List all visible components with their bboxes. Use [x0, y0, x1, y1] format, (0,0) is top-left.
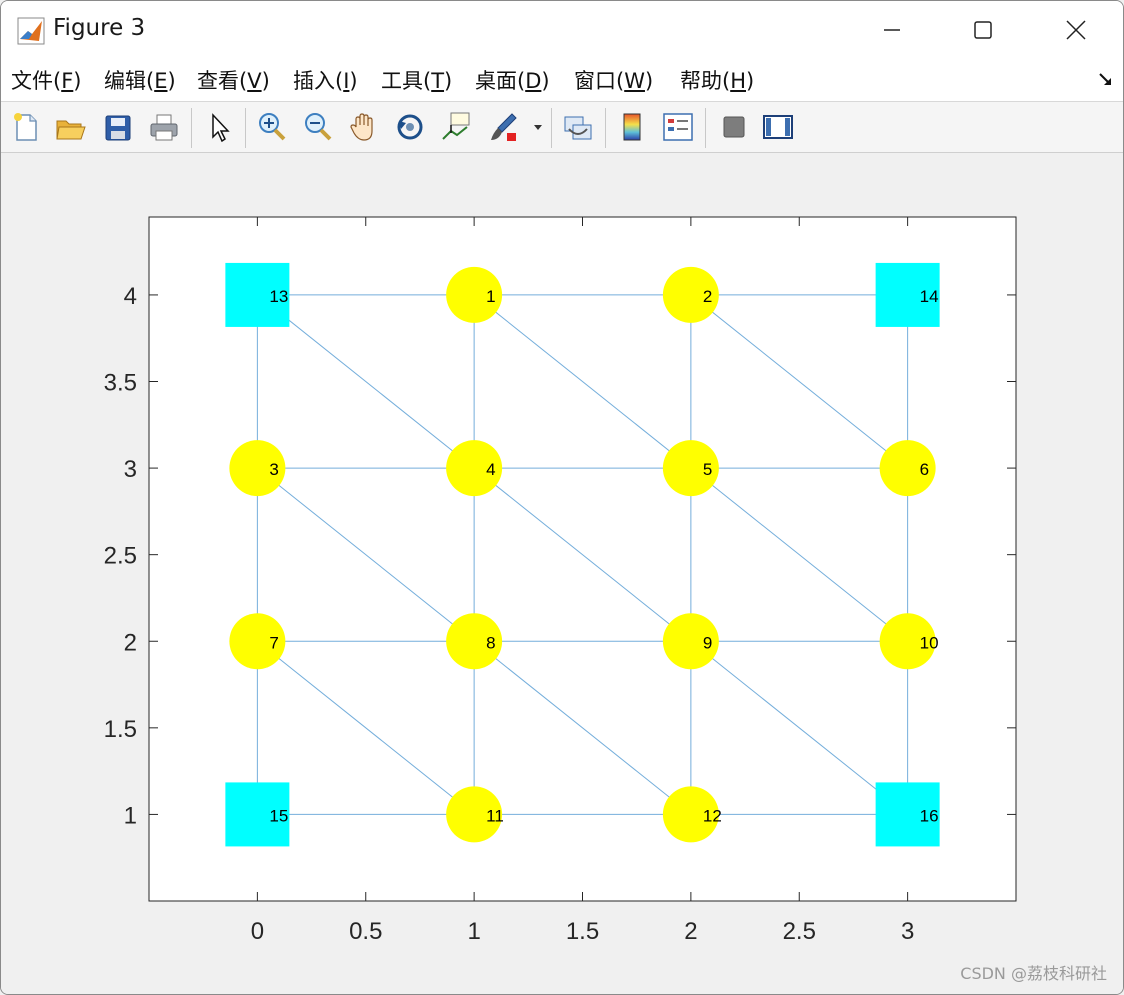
menu-view[interactable]: 查看(V) [197, 65, 270, 95]
graph-plot[interactable]: 0 0.5 1 1.5 2 2.5 311.522.533.54 1 23 4 5 67 8 9 1011 1… [1, 153, 1123, 994]
toolbar-separator [705, 108, 706, 148]
menu-bar: 文件(F) 编辑(E) 查看(V) 插入(I) 工具(T) 桌面(D) 窗口(W… [1, 59, 1123, 102]
figure-window: Figure 3 文件(F) 编辑(E) 查看(V) 插入(I) 工具(T) 桌… [0, 0, 1124, 995]
window-title: Figure 3 [53, 15, 146, 41]
toolbar-separator [605, 108, 606, 148]
close-button[interactable] [1029, 1, 1123, 59]
dock-arrow-icon[interactable] [1097, 71, 1115, 89]
minimize-button[interactable] [845, 1, 939, 59]
minimize-icon [884, 29, 900, 31]
print-icon[interactable] [147, 109, 181, 145]
title-bar[interactable]: Figure 3 [1, 1, 1123, 59]
figure-canvas[interactable]: 0 0.5 1 1.5 2 2.5 3 1 1.5 2 2.5 3 3.5 4 1 2 3 4 5 6 7 8 9 10 11 1… [1, 153, 1123, 994]
node-label: 12 [703, 806, 722, 825]
x-tick-label: 0.5 [349, 918, 382, 945]
show-plot-tools-icon[interactable] [761, 109, 795, 145]
new-figure-icon[interactable] [9, 109, 43, 145]
link-plot-icon[interactable] [561, 109, 595, 145]
menu-insert[interactable]: 插入(I) [293, 65, 358, 95]
menu-window[interactable]: 窗口(W) [574, 65, 653, 95]
figure-toolbar [1, 102, 1123, 153]
node-label: 6 [920, 460, 929, 479]
open-file-icon[interactable] [53, 109, 87, 145]
rotate-3d-icon[interactable] [393, 109, 427, 145]
menu-help[interactable]: 帮助(H) [680, 65, 754, 95]
node-label: 13 [269, 287, 288, 306]
toolbar-separator [551, 108, 552, 148]
menu-file[interactable]: 文件(F) [11, 65, 82, 95]
zoom-in-icon[interactable] [255, 109, 289, 145]
node-label: 9 [703, 633, 712, 652]
x-tick-label: 1.5 [566, 918, 599, 945]
node-label: 5 [703, 460, 712, 479]
menu-tools[interactable]: 工具(T) [381, 65, 452, 95]
watermark: CSDN @荔枝科研社 [960, 964, 1107, 983]
x-tick-label: 2.5 [783, 918, 816, 945]
y-tick-label: 1.5 [104, 716, 137, 743]
node-label: 16 [920, 806, 939, 825]
save-icon[interactable] [101, 109, 135, 145]
y-tick-label: 2.5 [104, 543, 137, 570]
y-tick-label: 1 [124, 802, 137, 829]
zoom-out-icon[interactable] [301, 109, 335, 145]
node-label: 11 [486, 806, 504, 825]
node-label: 14 [920, 287, 939, 306]
menu-desktop[interactable]: 桌面(D) [475, 65, 550, 95]
select-pointer-icon[interactable] [203, 109, 237, 145]
y-tick-label: 3.5 [104, 370, 137, 397]
node-label: 7 [269, 633, 278, 652]
brush-dropdown-icon[interactable] [531, 109, 545, 145]
node-label: 2 [703, 287, 712, 306]
pan-hand-icon[interactable] [347, 109, 381, 145]
brush-icon[interactable] [487, 109, 521, 145]
maximize-button[interactable] [936, 1, 1030, 59]
node-label: 8 [486, 633, 495, 652]
hide-plot-tools-icon[interactable] [717, 109, 751, 145]
legend-icon[interactable] [661, 109, 695, 145]
x-tick-label: 2 [684, 918, 697, 945]
x-tick-label: 3 [901, 918, 914, 945]
matlab-icon [17, 17, 45, 45]
toolbar-separator [191, 108, 192, 148]
node-label: 4 [486, 460, 495, 479]
menu-edit[interactable]: 编辑(E) [104, 65, 176, 95]
y-tick-label: 3 [124, 456, 137, 483]
y-tick-label: 2 [124, 629, 137, 656]
x-tick-label: 0 [251, 918, 264, 945]
node-label: 15 [269, 806, 288, 825]
node-label: 10 [920, 633, 939, 652]
toolbar-separator [245, 108, 246, 148]
node-label: 1 [486, 287, 495, 306]
data-cursor-icon[interactable] [439, 109, 473, 145]
x-tick-label: 1 [467, 918, 480, 945]
close-icon [1066, 20, 1086, 40]
maximize-icon [974, 21, 992, 39]
node-label: 3 [269, 460, 278, 479]
y-tick-label: 4 [124, 283, 137, 310]
colorbar-icon[interactable] [615, 109, 649, 145]
